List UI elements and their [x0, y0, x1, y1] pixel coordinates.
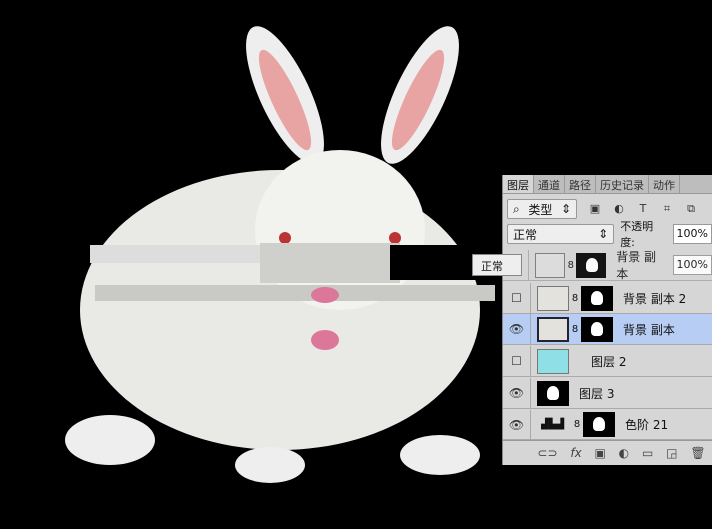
stepper-icon: ⇕: [598, 227, 609, 241]
layer-row[interactable]: 8 背景 副本 100%: [503, 250, 712, 281]
image-filter-icon[interactable]: ▣: [589, 203, 601, 215]
layer-name: 图层 2: [591, 354, 627, 369]
stepper-icon: ⇕: [560, 202, 571, 216]
tab-actions[interactable]: 动作: [649, 175, 680, 193]
visibility-toggle[interactable]: ☐: [503, 283, 531, 313]
panel-tabs: 图层 通道 路径 历史记录 动作: [503, 175, 712, 194]
tab-channels[interactable]: 通道: [534, 175, 565, 193]
layer-thumbnail: [537, 316, 569, 342]
layer-row[interactable]: 👁 ▟▙▟ 8 色阶 21: [503, 410, 712, 440]
layer-mask-thumbnail: [581, 285, 613, 311]
search-icon: ⌕: [513, 201, 520, 216]
levels-icon: ▟▙▟: [541, 419, 565, 430]
smart-object-filter-icon[interactable]: ⧉: [685, 203, 697, 215]
fill-input[interactable]: 100%: [672, 255, 712, 275]
filter-type-select[interactable]: ⌕ 类型 ⇕: [507, 199, 577, 219]
layer-name: 图层 3: [579, 386, 615, 401]
visibility-toggle[interactable]: ☐: [503, 346, 531, 376]
shape-filter-icon[interactable]: ⌗: [661, 203, 673, 215]
blend-mode-select[interactable]: 正常 ⇕: [507, 224, 615, 244]
layer-mask-thumbnail: [576, 252, 607, 278]
layer-mask-thumbnail: [581, 316, 613, 342]
layer-name: 背景 副本 2: [623, 291, 687, 306]
tab-history[interactable]: 历史记录: [596, 175, 649, 193]
new-layer-icon[interactable]: ◲: [666, 446, 677, 460]
filter-label: 类型: [528, 202, 553, 217]
eye-icon[interactable]: 👁: [503, 314, 531, 344]
layer-thumbnail: [537, 285, 569, 311]
link-icon: 8: [573, 419, 581, 430]
eye-icon[interactable]: 👁: [503, 410, 531, 439]
layer-thumbnail: [537, 380, 569, 406]
layer-row[interactable]: ☐ 8 背景 副本 2: [503, 283, 712, 314]
layers-panel: 图层 通道 路径 历史记录 动作 ⌕ 类型 ⇕ ▣ ◐ T ⌗ ⧉ 正常 ⇕ 不透明度…: [502, 175, 712, 465]
link-icon: 8: [571, 292, 579, 304]
link-icon[interactable]: ⊂⊃: [537, 446, 557, 460]
fx-icon[interactable]: fx: [570, 446, 581, 460]
opacity-input[interactable]: 100%: [672, 224, 712, 244]
tab-paths[interactable]: 路径: [565, 175, 596, 193]
type-filter-icon[interactable]: T: [637, 203, 649, 215]
layer-thumbnail: [535, 252, 566, 278]
eye-icon[interactable]: 👁: [503, 378, 531, 408]
opacity-label: 不透明度:: [620, 220, 654, 249]
trash-icon[interactable]: 🗑: [690, 446, 705, 460]
folder-icon[interactable]: ▭: [642, 446, 653, 460]
layer-row-selected[interactable]: 👁 8 背景 副本: [503, 314, 712, 345]
layer-name: 色阶 21: [625, 418, 669, 432]
floating-blend-mode[interactable]: 正常: [472, 254, 522, 276]
layers-toolbar: ⊂⊃ fx ▣ ◐ ▭ ◲ 🗑: [503, 440, 712, 465]
layer-name: 背景 副本: [623, 322, 675, 337]
layer-name: 背景 副本: [616, 250, 657, 281]
mask-icon[interactable]: ▣: [595, 446, 606, 460]
link-icon: 8: [571, 323, 579, 335]
layer-mask-thumbnail: [583, 412, 615, 437]
layer-row[interactable]: ☐ 图层 2: [503, 346, 712, 377]
tab-layers[interactable]: 图层: [503, 175, 534, 193]
adjustment-filter-icon[interactable]: ◐: [613, 203, 625, 215]
blend-mode-value: 正常: [513, 227, 538, 242]
layer-thumbnail: [537, 348, 569, 374]
layer-row[interactable]: 👁 图层 3: [503, 378, 712, 409]
adjustment-icon[interactable]: ◐: [619, 446, 629, 460]
link-icon: 8: [567, 259, 574, 271]
